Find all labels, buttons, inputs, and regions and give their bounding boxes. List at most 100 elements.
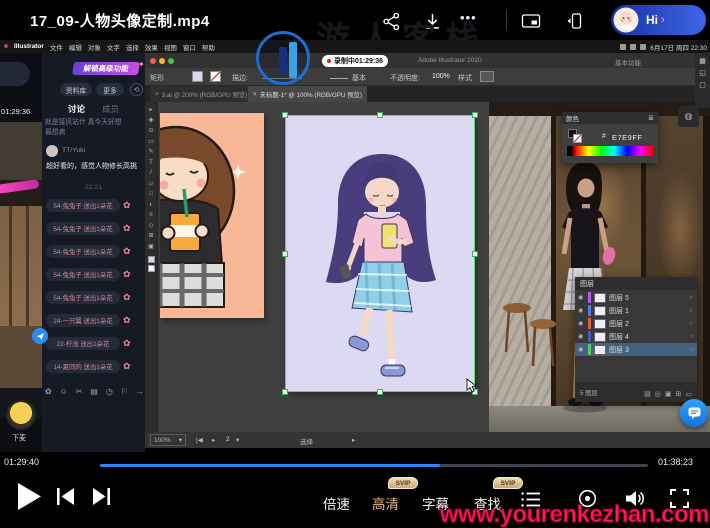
play-button[interactable] xyxy=(18,483,41,510)
scissors-icon[interactable]: ✂ xyxy=(76,387,83,396)
screen-share-thumbnail[interactable] xyxy=(0,122,42,418)
close-tab-icon[interactable]: × xyxy=(155,91,159,98)
toolbar-fill-color[interactable] xyxy=(147,256,155,263)
layer-row[interactable]: ◉ 图层 4 ○ xyxy=(575,330,697,343)
selection-handle[interactable] xyxy=(282,389,288,395)
panel-menu-icon[interactable]: ≣ xyxy=(648,114,654,122)
stroke-swatch[interactable] xyxy=(210,71,221,82)
selection-handle[interactable] xyxy=(282,112,288,118)
layer-row-selected[interactable]: ◉ 图层 3 ○ xyxy=(575,343,697,356)
presenter-avatar[interactable] xyxy=(6,400,36,430)
menu-view[interactable]: 视图 xyxy=(164,42,177,52)
flower-icon: ✿ xyxy=(123,338,131,348)
artboard-chibi-girl[interactable] xyxy=(160,113,264,318)
layers-panel[interactable]: 图层 ◉ 图层 5 ○ ◉ 图层 1 ○ ◉ 图层 2 ○ ◉ 图层 4 ○ ◉ 图层 … xyxy=(575,277,697,402)
zoom-level-select[interactable]: 100% ▾ xyxy=(150,434,186,446)
gift-message-row: 54-兔兔子 送出1朵花 ✿ xyxy=(46,268,131,281)
speed-button[interactable]: 倍速 xyxy=(323,493,350,513)
zoom-window-icon[interactable] xyxy=(168,58,174,64)
brush-basic-label[interactable]: 基本 xyxy=(352,73,366,83)
selection-handle[interactable] xyxy=(377,389,383,395)
status-arrow-icon[interactable]: ▸ xyxy=(352,436,355,444)
library-button[interactable]: 资料库 xyxy=(60,83,92,96)
mask-icon[interactable]: ▣ xyxy=(665,391,672,398)
clock-icon[interactable]: ◷ xyxy=(106,387,113,396)
menu-window[interactable]: 窗口 xyxy=(183,42,196,52)
collect-export-icon[interactable]: ▤ xyxy=(644,391,651,398)
user-account-pill[interactable]: Hi › xyxy=(611,5,706,35)
picture-in-picture-icon[interactable] xyxy=(521,12,541,30)
unlock-features-banner[interactable]: 解锁高级功能 xyxy=(72,62,140,75)
layer-row[interactable]: ◉ 图层 1 ○ xyxy=(575,304,697,317)
refresh-button[interactable]: ⟲ xyxy=(130,83,143,96)
color-spectrum-bar[interactable] xyxy=(567,146,653,156)
more-button[interactable]: 更多 xyxy=(96,83,124,96)
menu-edit[interactable]: 编辑 xyxy=(69,42,82,52)
layers-panel-title: 图层 xyxy=(575,277,697,290)
presenter-preview-strip: 01:29:36 下麦 xyxy=(0,53,42,452)
cast-to-device-icon[interactable] xyxy=(566,12,584,30)
tab-discussion[interactable]: 讨论 xyxy=(68,103,85,115)
menubar-status-icon xyxy=(620,43,627,50)
chat-timestamp: 22:21 xyxy=(84,184,102,191)
menu-object[interactable]: 对象 xyxy=(88,42,101,52)
menu-illustrator[interactable]: Illustrator xyxy=(14,43,44,50)
next-episode-button[interactable] xyxy=(93,488,110,505)
progress-bar[interactable] xyxy=(100,464,648,467)
locate-icon[interactable]: ◎ xyxy=(655,391,661,398)
opacity-value[interactable]: 100% xyxy=(432,73,450,80)
artboard-girl-selected[interactable] xyxy=(282,112,478,395)
app-title: Adobe Illustrator 2020 xyxy=(418,57,482,64)
menu-help[interactable]: 帮助 xyxy=(202,42,215,52)
record-dot-icon xyxy=(327,58,331,63)
bell-icon[interactable]: ⚐ xyxy=(121,387,128,396)
close-tab-icon[interactable]: × xyxy=(253,91,257,98)
new-layer-icon[interactable]: ⊞ xyxy=(676,391,682,398)
mic-off-label[interactable]: 下麦 xyxy=(12,433,26,443)
selection-handle[interactable] xyxy=(472,112,478,118)
menu-effect[interactable]: 效果 xyxy=(145,42,158,52)
workspace-switcher[interactable]: 基本功能 xyxy=(615,57,641,67)
menu-file[interactable]: 文件 xyxy=(50,42,63,52)
menu-select[interactable]: 选择 xyxy=(126,42,139,52)
menu-type[interactable]: 文字 xyxy=(107,42,120,52)
selection-handle[interactable] xyxy=(282,251,288,257)
delete-layer-icon[interactable]: ▭ xyxy=(685,391,692,398)
image-icon[interactable]: ▤ xyxy=(90,387,98,396)
flower-gift-icon[interactable]: ✿ xyxy=(45,387,52,396)
toolbar-stroke-color[interactable] xyxy=(147,265,155,272)
hex-value[interactable]: E7E9FF xyxy=(612,133,643,142)
layer-thumbnail xyxy=(594,331,606,342)
chat-user-avatar[interactable] xyxy=(46,145,58,157)
pinned-message: 就是接风站什 真今天好想 最想疯 xyxy=(45,119,122,136)
style-swatch[interactable] xyxy=(480,71,494,82)
selection-handle[interactable] xyxy=(472,251,478,257)
emoji-icon[interactable]: ☺ xyxy=(60,387,68,396)
artboard-prev-icon[interactable]: |◀ xyxy=(196,436,203,444)
minimize-window-icon[interactable] xyxy=(159,58,165,64)
selection-handle[interactable] xyxy=(377,112,383,118)
chat-bubble-fab[interactable] xyxy=(680,399,708,427)
previous-episode-button[interactable] xyxy=(57,488,74,505)
tools-panel[interactable]: ▸ ✚ ⊙ ▭ ✎ T / ▱ □ ◐ ≡ ◇ ⊞ ▣ xyxy=(145,102,158,432)
fill-proxy-swatch[interactable] xyxy=(573,134,582,143)
layer-row[interactable]: ◉ 图层 2 ○ xyxy=(575,317,697,330)
artboard-next-icon[interactable]: ▸ xyxy=(212,436,215,444)
recording-indicator: 录制中01:29:36 xyxy=(322,54,389,67)
doc-tab-inactive[interactable]: × 3.ai @ 200% (RGB/GPU 预览) xyxy=(150,86,253,102)
more-options-icon[interactable]: ••• xyxy=(460,10,477,25)
artboard-caret-icon[interactable]: ▾ xyxy=(236,436,239,444)
doc-tab-active[interactable]: × 未标题-1* @ 100% (RGB/GPU 预览) xyxy=(248,86,367,102)
gift-message-row: 54-兔兔子 送出1朵花 ✿ xyxy=(46,245,131,258)
color-panel[interactable]: 颜色 ≣ # E7E9FF xyxy=(562,112,658,163)
arrow-icon[interactable]: → xyxy=(136,387,144,396)
artboard-number[interactable]: 2 xyxy=(226,436,230,443)
close-window-icon[interactable] xyxy=(150,58,156,64)
layer-row[interactable]: ◉ 图层 5 ○ xyxy=(575,291,697,304)
collapsed-panel-icon[interactable]: ◍ xyxy=(678,106,699,127)
eye-icon: ◉ xyxy=(578,308,584,314)
tab-members[interactable]: 成员 xyxy=(102,103,119,115)
quality-button[interactable]: 高清 xyxy=(372,493,399,513)
panel-dock[interactable]: ▦ ◱ ▢ xyxy=(695,53,710,108)
fill-swatch[interactable] xyxy=(192,71,203,82)
